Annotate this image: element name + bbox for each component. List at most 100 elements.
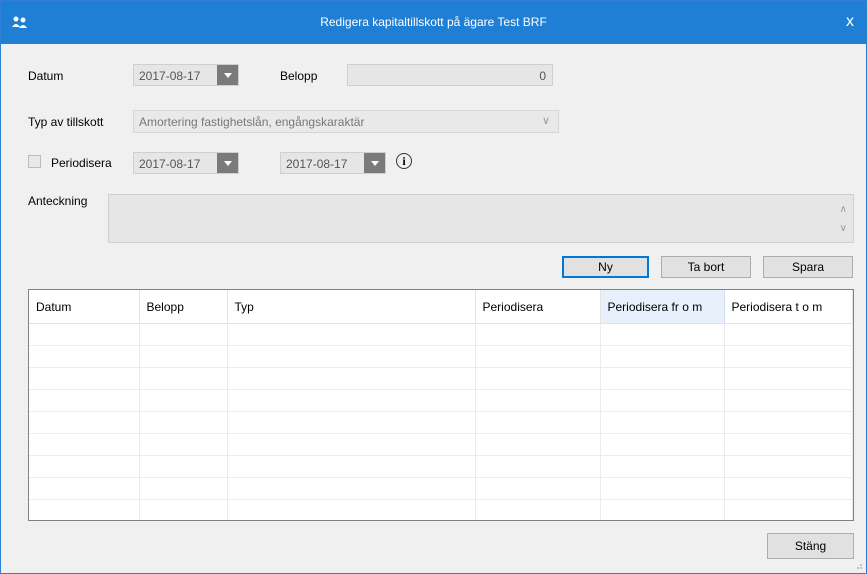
period-from-value: 2017-08-17	[139, 157, 201, 171]
spara-button[interactable]: Spara	[763, 256, 853, 278]
table-cell[interactable]	[600, 389, 725, 412]
anteckning-textarea[interactable]: ∧ ∨	[108, 194, 854, 243]
table-cell[interactable]	[227, 477, 476, 500]
table-cell[interactable]	[475, 367, 601, 390]
table-cell[interactable]	[475, 389, 601, 412]
grid-header-row: Datum Belopp Typ Periodisera Periodisera…	[29, 290, 853, 324]
dialog-window: Redigera kapitaltillskott på ägare Test …	[0, 0, 867, 574]
period-from-picker[interactable]: 2017-08-17	[133, 152, 239, 174]
table-cell[interactable]	[29, 323, 140, 346]
table-cell[interactable]	[475, 345, 601, 368]
table-cell[interactable]	[475, 323, 601, 346]
grid-body	[29, 323, 853, 520]
table-cell[interactable]	[724, 323, 853, 346]
table-cell[interactable]	[139, 411, 228, 434]
scroll-down-icon[interactable]: ∨	[840, 223, 847, 234]
table-cell[interactable]	[29, 411, 140, 434]
table-cell[interactable]	[29, 499, 140, 520]
table-cell[interactable]	[600, 345, 725, 368]
table-cell[interactable]	[600, 499, 725, 520]
table-cell[interactable]	[475, 433, 601, 456]
period-to-value: 2017-08-17	[286, 157, 348, 171]
table-cell[interactable]	[600, 477, 725, 500]
table-cell[interactable]	[227, 411, 476, 434]
window-title: Redigera kapitaltillskott på ägare Test …	[320, 15, 547, 29]
table-cell[interactable]	[139, 345, 228, 368]
table-cell[interactable]	[227, 389, 476, 412]
table-cell[interactable]	[29, 345, 140, 368]
belopp-field[interactable]: 0	[347, 64, 553, 86]
typ-select[interactable]: Amortering fastighetslån, engångskaraktä…	[133, 110, 559, 133]
table-cell[interactable]	[29, 455, 140, 478]
table-cell[interactable]	[475, 499, 601, 520]
datum-picker[interactable]: 2017-08-17	[133, 64, 239, 86]
col-header-periodisera-to[interactable]: Periodisera t o m	[724, 290, 853, 324]
table-row[interactable]	[29, 345, 853, 368]
table-cell[interactable]	[139, 367, 228, 390]
col-header-periodisera[interactable]: Periodisera	[475, 290, 601, 324]
table-cell[interactable]	[600, 433, 725, 456]
table-cell[interactable]	[724, 367, 853, 390]
resize-grip-icon[interactable]	[853, 560, 863, 570]
table-cell[interactable]	[724, 345, 853, 368]
ny-button[interactable]: Ny	[562, 256, 649, 278]
close-icon[interactable]: x	[840, 11, 860, 33]
table-cell[interactable]	[724, 455, 853, 478]
grid-table: Datum Belopp Typ Periodisera Periodisera…	[29, 290, 853, 520]
table-cell[interactable]	[139, 433, 228, 456]
table-cell[interactable]	[29, 367, 140, 390]
title-bar[interactable]: Redigera kapitaltillskott på ägare Test …	[1, 1, 866, 44]
periodisera-checkbox[interactable]	[28, 155, 41, 168]
table-cell[interactable]	[227, 433, 476, 456]
col-header-periodisera-from[interactable]: Periodisera fr o m	[600, 290, 725, 324]
table-cell[interactable]	[139, 389, 228, 412]
table-cell[interactable]	[139, 499, 228, 520]
table-cell[interactable]	[227, 499, 476, 520]
chevron-down-icon[interactable]	[217, 65, 238, 85]
table-row[interactable]	[29, 411, 853, 434]
table-cell[interactable]	[475, 411, 601, 434]
table-cell[interactable]	[227, 323, 476, 346]
table-cell[interactable]	[600, 367, 725, 390]
table-row[interactable]	[29, 367, 853, 390]
table-row[interactable]	[29, 433, 853, 456]
table-cell[interactable]	[724, 433, 853, 456]
stang-button[interactable]: Stäng	[767, 533, 854, 559]
period-to-picker[interactable]: 2017-08-17	[280, 152, 386, 174]
table-cell[interactable]	[227, 345, 476, 368]
table-cell[interactable]	[227, 367, 476, 390]
table-cell[interactable]	[724, 499, 853, 520]
table-cell[interactable]	[600, 323, 725, 346]
table-cell[interactable]	[600, 411, 725, 434]
table-row[interactable]	[29, 389, 853, 412]
table-row[interactable]	[29, 477, 853, 500]
table-cell[interactable]	[139, 477, 228, 500]
table-cell[interactable]	[724, 411, 853, 434]
table-cell[interactable]	[29, 389, 140, 412]
scroll-up-icon[interactable]: ∧	[840, 204, 847, 215]
table-cell[interactable]	[139, 323, 228, 346]
typ-value: Amortering fastighetslån, engångskaraktä…	[139, 115, 365, 129]
table-cell[interactable]	[227, 455, 476, 478]
table-cell[interactable]	[475, 455, 601, 478]
col-header-datum[interactable]: Datum	[29, 290, 140, 324]
table-cell[interactable]	[475, 477, 601, 500]
table-cell[interactable]	[29, 433, 140, 456]
table-row[interactable]	[29, 323, 853, 346]
table-cell[interactable]	[29, 477, 140, 500]
col-header-typ[interactable]: Typ	[227, 290, 476, 324]
table-cell[interactable]	[139, 455, 228, 478]
table-cell[interactable]	[724, 389, 853, 412]
col-header-belopp[interactable]: Belopp	[139, 290, 228, 324]
table-cell[interactable]	[724, 477, 853, 500]
chevron-down-icon[interactable]	[364, 153, 385, 173]
data-grid[interactable]: Datum Belopp Typ Periodisera Periodisera…	[28, 289, 854, 521]
ta-bort-button[interactable]: Ta bort	[661, 256, 751, 278]
table-row[interactable]	[29, 455, 853, 478]
table-cell[interactable]	[600, 455, 725, 478]
table-row[interactable]	[29, 499, 853, 520]
info-icon[interactable]: i	[396, 153, 412, 169]
chevron-down-icon: ∨	[541, 115, 550, 127]
typ-label: Typ av tillskott	[28, 115, 104, 129]
chevron-down-icon[interactable]	[217, 153, 238, 173]
